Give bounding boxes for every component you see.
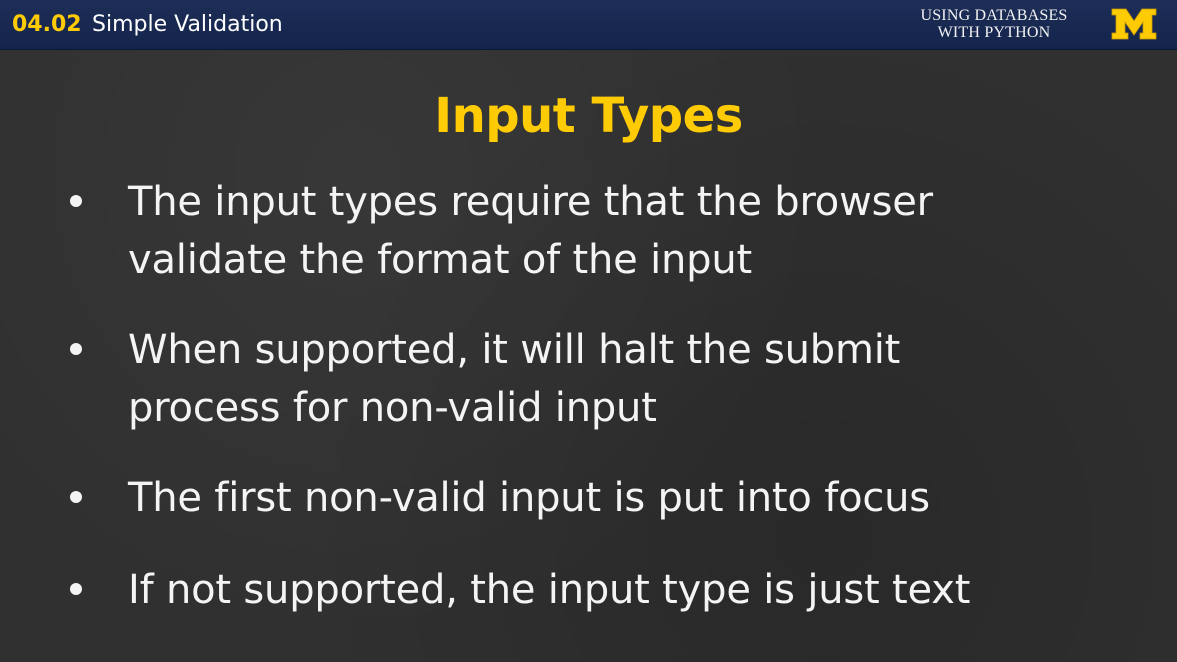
bullet-dot-icon [70,491,82,503]
university-m-logo-icon [1111,8,1157,40]
lesson-title: Simple Validation [92,12,283,37]
bullet-list: The input types require that the browser… [0,50,1177,662]
bullet-dot-icon [70,583,82,595]
bullet-line: The first non-valid input is put into fo… [128,475,930,521]
bullet-text: If not supported, the input type is just… [128,561,1128,619]
header-bar: 04.02 Simple Validation USING DATABASES … [0,0,1177,50]
bullet-dot-icon [70,343,82,355]
bullet-line: validate the format of the input [128,237,752,283]
course-name-line-1: USING DATABASES [920,7,1068,24]
bullet-text: When supported, it will halt the submit … [128,321,1128,437]
lesson-number: 04.02 [12,12,82,37]
course-name: USING DATABASES WITH PYTHON [899,7,1089,41]
bullet-line: When supported, it will halt the submit [128,327,901,373]
bullet-line: If not supported, the input type is just… [128,567,971,613]
bullet-line: process for non-valid input [128,385,657,431]
bullet-line: The input types require that the browser [128,179,933,225]
bullet-text: The input types require that the browser… [128,173,1128,289]
course-name-line-2: WITH PYTHON [937,24,1051,41]
bullet-text: The first non-valid input is put into fo… [128,469,1128,527]
slide-content: Input Types The input types require that… [0,50,1177,662]
bullet-dot-icon [70,195,82,207]
